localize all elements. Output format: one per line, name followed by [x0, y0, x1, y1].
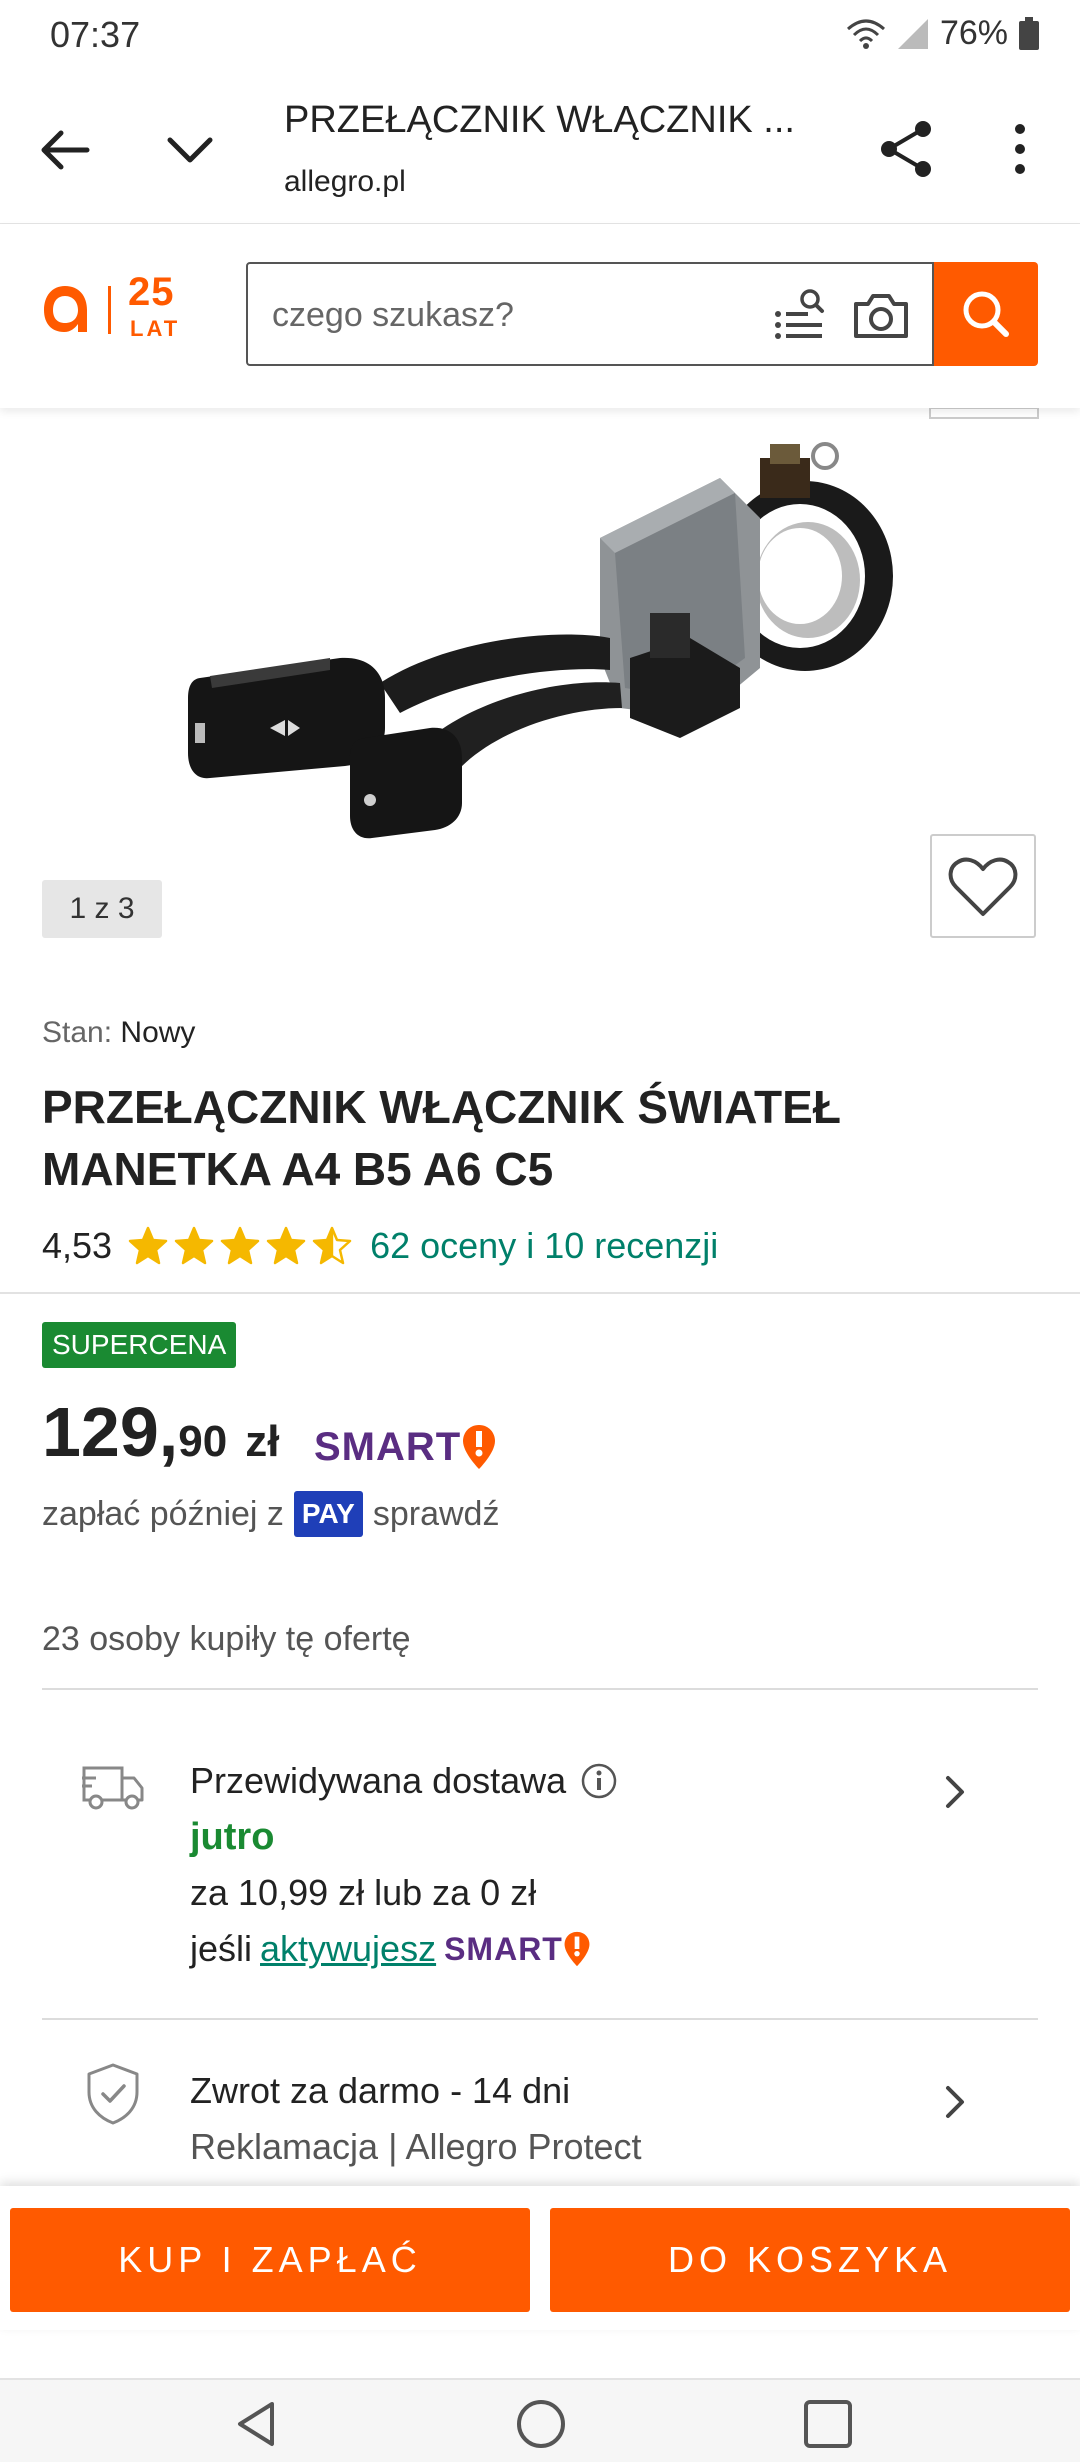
search-list-icon[interactable] [772, 288, 826, 342]
logo-25: 25 [128, 270, 175, 314]
chevron-right-icon[interactable] [940, 2082, 970, 2122]
system-nav-bar [0, 2378, 1080, 2462]
favorite-button[interactable] [930, 834, 1036, 938]
gallery-counter: 1 z 3 [42, 880, 162, 938]
delivery-title: Przewidywana dostawa [190, 1760, 567, 1801]
condition-value: Nowy [120, 1016, 196, 1049]
product-title: PRZEŁĄCZNIK WŁĄCZNIK ŚWIATEŁ MANETKA A4 … [42, 1081, 841, 1195]
price-decimal: 90 [178, 1417, 228, 1466]
nav-home-icon[interactable] [513, 2396, 569, 2452]
divider [42, 1688, 1038, 1690]
star-icon [128, 1226, 168, 1265]
search-button[interactable] [934, 262, 1038, 366]
pay-later-prefix: zapłać później z [42, 1494, 284, 1533]
reviews-link[interactable]: 62 oceny i 10 recenzji [370, 1225, 718, 1267]
price-currency: zł [245, 1417, 280, 1466]
delivery-title-row[interactable]: Przewidywana dostawa [190, 1760, 618, 1802]
allegro-pay-badge: PAY [293, 1491, 363, 1537]
browser-url[interactable]: allegro.pl [284, 165, 406, 199]
buyers-count: 23 osoby kupiły tę ofertę [42, 1620, 411, 1658]
condition-row: Stan: Nowy [42, 1016, 195, 1050]
info-icon[interactable] [580, 1762, 618, 1800]
divider [42, 2018, 1038, 2020]
smart-logo: SMART [314, 1420, 497, 1474]
search-input[interactable] [270, 264, 714, 366]
action-bar: KUP I ZAPŁAĆ DO KOSZYKA [0, 2186, 1080, 2330]
site-header: 25 LAT [0, 224, 1080, 408]
nav-recents-icon[interactable] [800, 2396, 856, 2452]
browser-toolbar: PRZEŁĄCZNIK WŁĄCZNIK ... allegro.pl [0, 75, 1080, 225]
browser-page-title: PRZEŁĄCZNIK WŁĄCZNIK ... [284, 99, 795, 141]
buy-now-button[interactable]: KUP I ZAPŁAĆ [10, 2208, 530, 2312]
logo-divider [108, 286, 111, 334]
add-to-cart-button[interactable]: DO KOSZYKA [550, 2208, 1070, 2312]
chevron-right-icon[interactable] [940, 1772, 970, 1812]
price: 129, 90 zł [42, 1392, 279, 1472]
smart-text: SMART [314, 1424, 462, 1469]
wifi-icon [846, 19, 885, 49]
product-gallery[interactable] [0, 407, 1080, 948]
search-icon [963, 291, 1009, 337]
product-image[interactable] [0, 407, 1080, 948]
delivery-date: jutro [190, 1816, 275, 1858]
delivery-condition-prefix: jeśli [190, 1928, 253, 1969]
smart-exclamation-icon [463, 1425, 496, 1469]
truck-icon [82, 1766, 144, 1810]
shield-check-icon [87, 2063, 139, 2125]
pay-later-row: zapłać później z PAY sprawdź [42, 1488, 499, 1540]
nav-back-icon[interactable] [228, 2396, 284, 2452]
activate-smart-link[interactable]: aktywujesz [260, 1928, 436, 1970]
logo-lat: LAT [130, 316, 181, 341]
smart-text-small: SMART [444, 1930, 563, 1967]
price-integer: 129, [42, 1393, 179, 1471]
status-bar: 07:37 76% [0, 0, 1080, 75]
signal-icon [897, 18, 928, 49]
rating-row: 4,53 62 oceny i 10 recenzji [42, 1222, 718, 1270]
heart-icon [948, 857, 1018, 916]
supercena-badge: SUPERCENA [42, 1322, 237, 1368]
divider [0, 1292, 1080, 1294]
star-icon [174, 1226, 214, 1265]
star-icon [220, 1226, 260, 1265]
camera-icon[interactable] [852, 290, 910, 342]
pay-later-check[interactable]: sprawdź [373, 1495, 500, 1534]
rating-value: 4,53 [42, 1225, 113, 1266]
allegro-logo-icon[interactable] [40, 282, 90, 336]
chevron-down-icon[interactable] [160, 120, 220, 180]
status-time: 07:37 [50, 14, 141, 55]
status-icons: 76% [846, 14, 1040, 53]
rating-stars [128, 1226, 352, 1266]
star-icon [266, 1226, 306, 1265]
returns-title[interactable]: Zwrot za darmo - 14 dni [190, 2070, 570, 2112]
more-vert-icon[interactable] [1000, 117, 1040, 181]
battery-icon [1019, 16, 1039, 50]
smart-exclamation-icon [564, 1931, 590, 1967]
star-icon [312, 1226, 352, 1265]
share-icon[interactable] [875, 117, 939, 181]
returns-subtitle: Reklamacja | Allegro Protect [190, 2126, 642, 2167]
condition-label: Stan: [42, 1016, 113, 1049]
delivery-condition: jeśli aktywujesz SMART [190, 1928, 591, 1970]
back-arrow-icon[interactable] [35, 120, 95, 180]
battery-percent: 76% [939, 14, 1008, 52]
delivery-price: za 10,99 zł lub za 0 zł [190, 1872, 537, 1913]
search-box [246, 262, 934, 366]
